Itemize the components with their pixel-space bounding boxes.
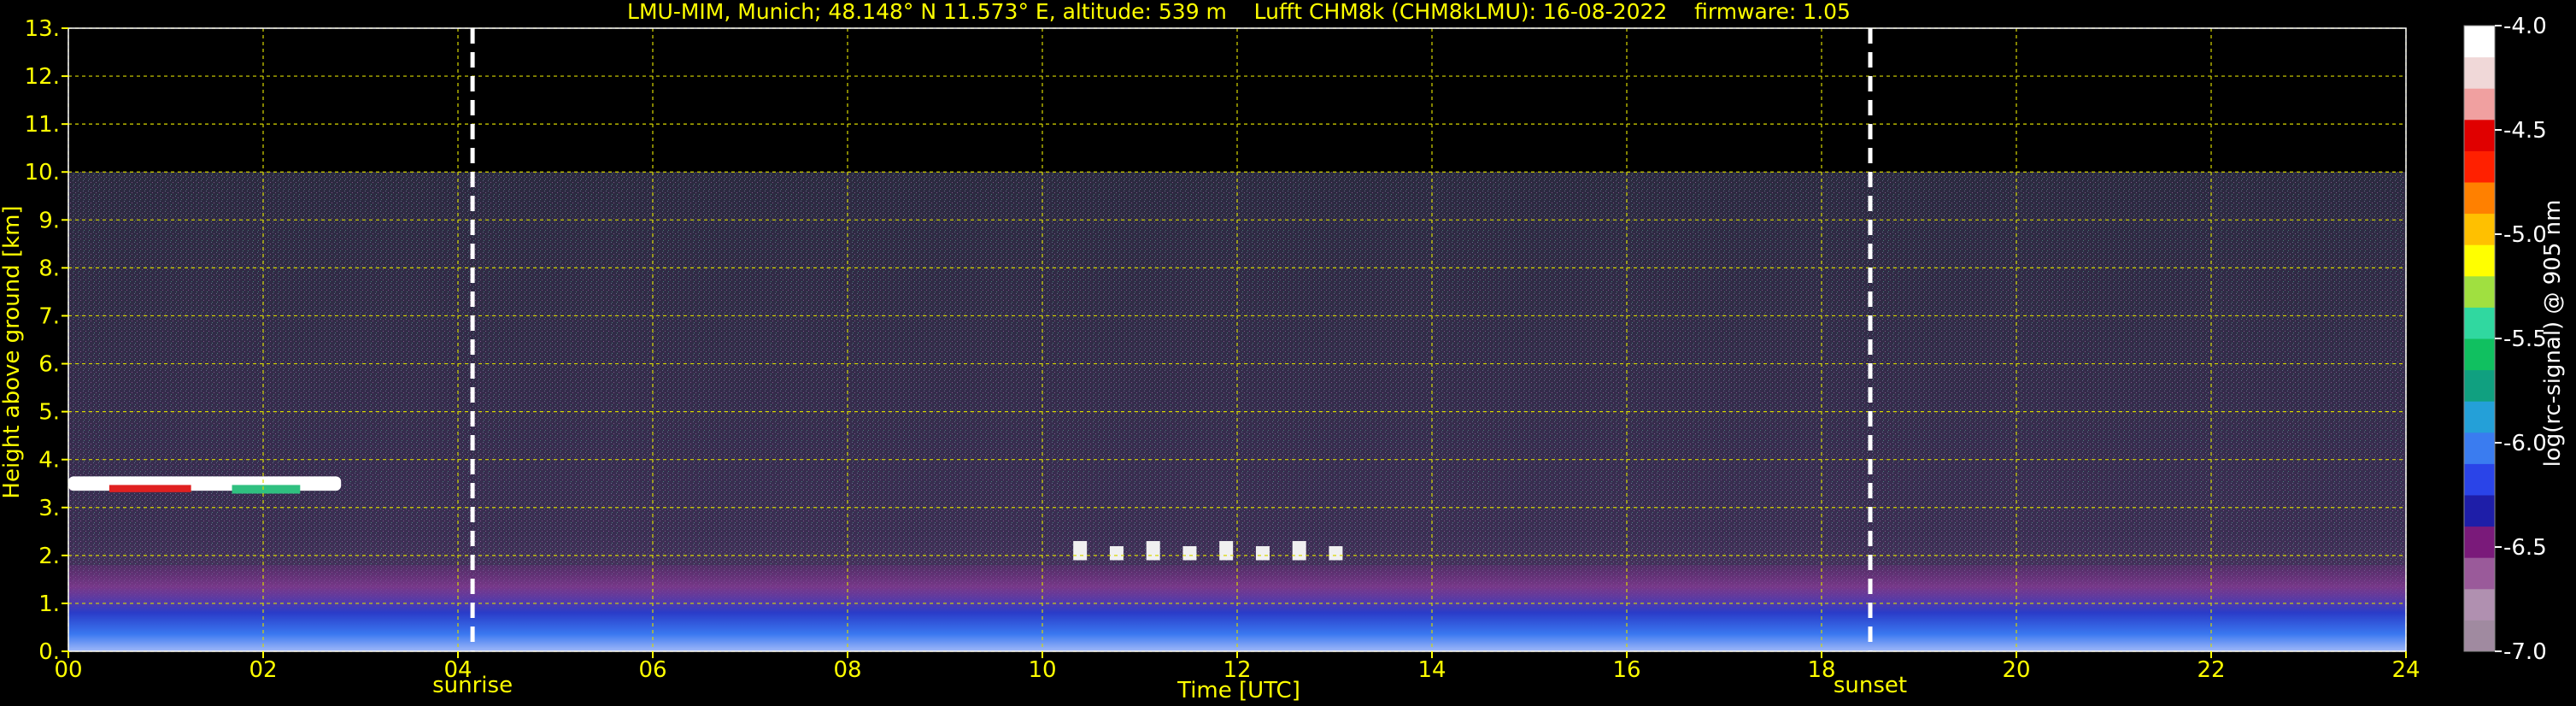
scattered-cloud <box>1255 546 1270 561</box>
y-tick-label: 5. <box>38 400 60 426</box>
colorbar-tick-label: -7.0 <box>2503 639 2547 665</box>
y-tick-label: 12. <box>25 64 60 90</box>
colorbar-segment <box>2464 338 2495 371</box>
ceilometer-chart: sunrise sunset 00 02 04 06 08 10 12 14 16 18 20 22 24… <box>0 0 2566 703</box>
scattered-cloud <box>1182 546 1197 561</box>
y-tick-label: 8. <box>38 256 60 281</box>
y-tick-label: 4. <box>38 448 60 474</box>
colorbar-segment <box>2464 150 2495 183</box>
y-tick-label: 7. <box>38 303 60 329</box>
colorbar-segment <box>2464 182 2495 215</box>
x-tick-label: 14 <box>1417 657 1446 683</box>
colorbar-segment <box>2464 557 2495 590</box>
colorbar-segment <box>2464 369 2495 402</box>
scattered-cloud <box>1146 541 1160 561</box>
colorbar-segment <box>2464 119 2495 151</box>
x-axis-label: Time [UTC] <box>1177 678 1300 703</box>
scattered-cloud <box>1292 541 1306 561</box>
colorbar-tick-label: -6.5 <box>2503 535 2547 561</box>
x-tick-label: 16 <box>1612 657 1640 683</box>
x-tick-label: 18 <box>1807 657 1835 683</box>
scattered-cloud <box>1109 546 1124 561</box>
colorbar-segment <box>2464 213 2495 245</box>
x-tick-label: 02 <box>249 657 277 683</box>
colorbar-segment <box>2464 526 2495 558</box>
x-tick-label: 06 <box>638 657 666 683</box>
colorbar-tick-label: -4.5 <box>2503 118 2547 144</box>
chart-title: LMU-MIM, Munich; 48.148° N 11.573° E, al… <box>627 0 1851 24</box>
x-tick-label: 20 <box>2002 657 2030 683</box>
colorbar-segment <box>2464 56 2495 89</box>
y-tick-label: 0. <box>38 639 60 665</box>
y-tick-label: 1. <box>38 591 60 617</box>
colorbar-segment <box>2464 432 2495 464</box>
x-tick-label: 24 <box>2391 657 2420 683</box>
colorbar-segment <box>2464 244 2495 277</box>
colorbar-segment <box>2464 588 2495 621</box>
colorbar-label: log(rc-signal) @ 905 nm <box>2540 200 2566 468</box>
y-tick-label: 10. <box>25 160 60 185</box>
y-tick-label: 13. <box>25 16 60 42</box>
scattered-cloud <box>1329 546 1343 561</box>
colorbar-tick-label: -4.0 <box>2503 14 2547 39</box>
colorbar-segment <box>2464 275 2495 308</box>
x-tick-label: 10 <box>1028 657 1056 683</box>
marker-label-sunset: sunset <box>1834 673 1907 698</box>
colorbar-segment <box>2464 88 2495 121</box>
x-tick-label: 04 <box>443 657 472 683</box>
colorbar-segment <box>2464 463 2495 496</box>
colorbar-segment <box>2464 307 2495 339</box>
x-tick-label: 22 <box>2197 657 2225 683</box>
y-tick-label: 3. <box>38 496 60 521</box>
scattered-cloud <box>1219 541 1234 561</box>
colorbar-segment <box>2464 620 2495 652</box>
colorbar: -4.0-4.5-5.0-5.5-6.0-6.5-7.0 <box>2463 14 2547 665</box>
y-axis-label: Height above ground [km] <box>0 205 25 498</box>
cloud-green-band <box>232 485 301 494</box>
y-tick-label: 6. <box>38 352 60 378</box>
cloud-red-band <box>109 485 191 492</box>
y-tick-label: 2. <box>38 544 60 569</box>
scattered-cloud <box>1073 541 1088 561</box>
y-tick-label: 11. <box>25 112 60 138</box>
colorbar-segment <box>2464 495 2495 527</box>
colorbar-segment <box>2464 26 2495 58</box>
y-tick-label: 9. <box>38 208 60 233</box>
colorbar-segment <box>2464 401 2495 433</box>
x-tick-label: 08 <box>833 657 861 683</box>
